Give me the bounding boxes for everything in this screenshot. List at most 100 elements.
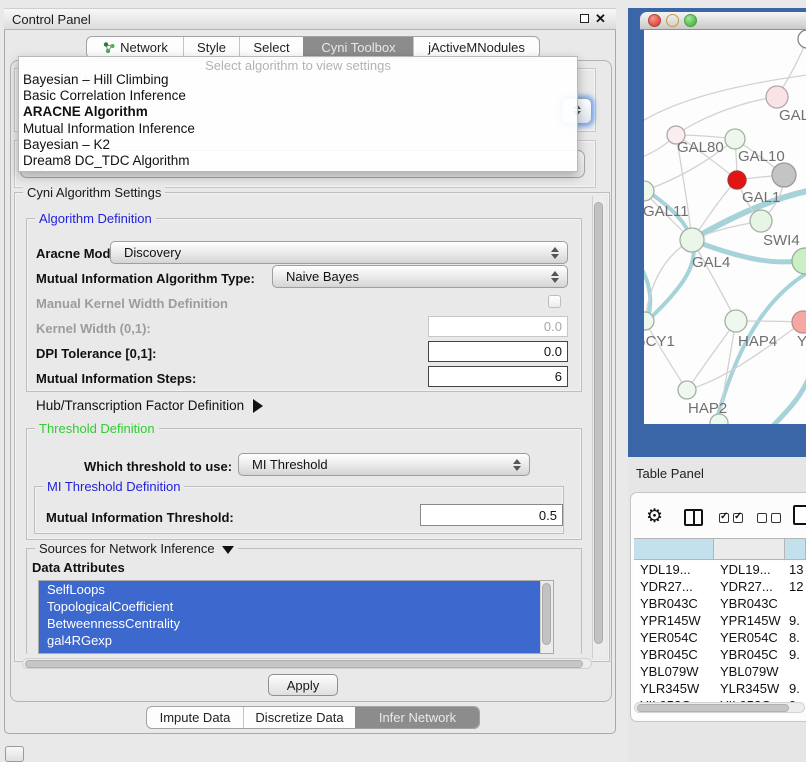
table-cell: YBR045C [714, 646, 785, 663]
close-icon[interactable]: ✕ [595, 11, 606, 27]
mi-steps-label: Mutual Information Steps: [36, 371, 196, 386]
table-cell: YBR043C [714, 595, 785, 612]
which-threshold-combo[interactable]: MI Threshold [238, 453, 530, 476]
attribute-list-item[interactable]: SelfLoops [39, 581, 553, 598]
thin-edge [676, 97, 777, 135]
aracne-mode-value: Discovery [111, 245, 549, 260]
tab-cyni-toolbox[interactable]: Cyni Toolbox [303, 37, 413, 58]
tab-discretize-data[interactable]: Discretize Data [243, 707, 355, 728]
network-node-SWI4-node[interactable] [792, 248, 806, 274]
kernel-width-label: Kernel Width (0,1): [36, 321, 151, 336]
tab-style[interactable]: Style [183, 37, 239, 58]
table-cell: YDL19... [714, 561, 785, 578]
network-node-node-top[interactable] [798, 30, 806, 48]
apply-button[interactable]: Apply [268, 674, 338, 696]
table-row[interactable]: YBR045CYBR045C9. [634, 646, 806, 663]
tab-select[interactable]: Select [239, 37, 303, 58]
table-hscrollbar-thumb[interactable] [637, 704, 789, 712]
tab-impute-data[interactable]: Impute Data [147, 707, 243, 728]
column-header[interactable] [714, 539, 785, 559]
network-node-GAL11[interactable] [644, 181, 654, 201]
network-node-node-green-mid[interactable] [750, 210, 772, 232]
table-row[interactable]: YBR043CYBR043C [634, 595, 806, 612]
settings-hscrollbar-thumb[interactable] [25, 660, 583, 668]
node-label-Y: Y [797, 333, 806, 350]
table-settings-gear-icon[interactable]: ⚙ [646, 507, 663, 526]
expand-arrow-icon [253, 399, 263, 413]
attribute-list-item[interactable]: BetweennessCentrality [39, 615, 553, 632]
mi-threshold-field[interactable] [420, 504, 563, 526]
table-cell: YBL079W [714, 663, 785, 680]
table-row[interactable]: YER054CYER054C8. [634, 629, 806, 646]
algorithm-dropdown-popup: Select algorithm to view settings Bayesi… [18, 56, 578, 172]
table-row[interactable]: YPR145WYPR145W9. [634, 612, 806, 629]
tab-label: Discretize Data [255, 710, 343, 725]
algorithm-option[interactable]: Dream8 DC_TDC Algorithm [23, 153, 573, 169]
tab-label: Impute Data [160, 710, 231, 725]
control-panel-titlebar[interactable] [4, 8, 616, 30]
column-header[interactable] [785, 539, 806, 559]
column-layout-icon[interactable] [684, 509, 703, 526]
table-cell: YDR27... [714, 578, 785, 595]
algorithm-option[interactable]: ARACNE Algorithm [23, 104, 573, 120]
attribute-list-scrollbar[interactable] [540, 581, 553, 653]
attribute-list-item[interactable]: gal4RGexp [39, 632, 553, 649]
hide-columns-icon[interactable] [757, 513, 781, 523]
network-node-GAL4[interactable] [680, 228, 704, 252]
node-label-GAL4: GAL4 [692, 254, 730, 271]
export-table-icon[interactable] [793, 505, 806, 525]
minimize-traffic-light-icon[interactable] [666, 14, 679, 27]
table-row[interactable]: YDR27...YDR27...12 [634, 578, 806, 595]
network-node-HAP2[interactable] [678, 381, 696, 399]
network-node-node-pink-top[interactable] [766, 86, 788, 108]
table-cell: 13 [785, 561, 806, 578]
network-node-HAP4[interactable] [725, 310, 747, 332]
table-row[interactable]: YLR345WYLR345W9. [634, 680, 806, 697]
network-view-canvas[interactable]: GALGAL80GAL10GAL1GAL11SWI4GAL4GCY1HAP4YH… [644, 30, 806, 424]
network-node-GAL10[interactable] [725, 129, 745, 149]
show-columns-icon[interactable] [719, 513, 743, 523]
kernel-width-field[interactable] [428, 316, 568, 337]
settings-hscrollbar[interactable] [22, 658, 592, 669]
algorithm-option[interactable]: Basic Correlation Inference [23, 88, 573, 104]
float-window-icon[interactable] [580, 14, 589, 23]
network-node-node-pink-right[interactable] [792, 311, 806, 333]
tab-jactivemnodules[interactable]: jActiveMNodules [413, 37, 539, 58]
table-hscrollbar[interactable] [634, 702, 805, 713]
table-row[interactable]: YDL19...YDL19...13 [634, 561, 806, 578]
node-label-GAL80: GAL80 [677, 139, 724, 156]
node-label-GAL10: GAL10 [738, 148, 785, 165]
settings-scrollbar-thumb[interactable] [594, 202, 603, 644]
settings-scrollbar[interactable] [592, 196, 606, 658]
aracne-mode-combo[interactable]: Discovery [110, 241, 568, 264]
tab-label: Style [197, 40, 226, 55]
network-window-titlebar[interactable] [640, 12, 806, 30]
attribute-list-item[interactable]: TopologicalCoefficient [39, 598, 553, 615]
combo-arrows-icon [549, 247, 560, 259]
which-threshold-value: MI Threshold [239, 457, 511, 472]
algorithm-option[interactable]: Bayesian – Hill Climbing [23, 72, 573, 88]
mi-type-combo[interactable]: Naive Bayes [272, 265, 568, 288]
column-header[interactable] [634, 539, 714, 559]
collapsed-panel-button[interactable] [5, 746, 24, 762]
tab-network[interactable]: Network [87, 37, 183, 58]
table-panel-title: Table Panel [636, 466, 704, 481]
manual-kernel-checkbox[interactable] [548, 295, 561, 308]
network-node-GAL1-red[interactable] [728, 171, 746, 189]
algorithm-option[interactable]: Bayesian – K2 [23, 137, 573, 153]
tab-label: Network [120, 40, 168, 55]
table-cell: 9. [785, 680, 806, 697]
table-cell: YLR345W [634, 680, 714, 697]
close-traffic-light-icon[interactable] [648, 14, 661, 27]
table-row[interactable]: YBL079WYBL079W [634, 663, 806, 680]
zoom-traffic-light-icon[interactable] [684, 14, 697, 27]
mi-steps-field[interactable] [428, 366, 568, 387]
attribute-list-scrollbar-thumb[interactable] [542, 583, 551, 645]
algorithm-option[interactable]: Mutual Information Inference [23, 121, 573, 137]
dpi-tolerance-field[interactable] [428, 341, 568, 362]
hub-definition-toggle[interactable]: Hub/Transcription Factor Definition [36, 398, 263, 413]
node-table: YDL19...YDL19...13YDR27...YDR27...12YBR0… [634, 561, 806, 702]
network-node-node-gray[interactable] [772, 163, 796, 187]
table-cell: YDL19... [634, 561, 714, 578]
tab-infer-network[interactable]: Infer Network [355, 707, 479, 728]
